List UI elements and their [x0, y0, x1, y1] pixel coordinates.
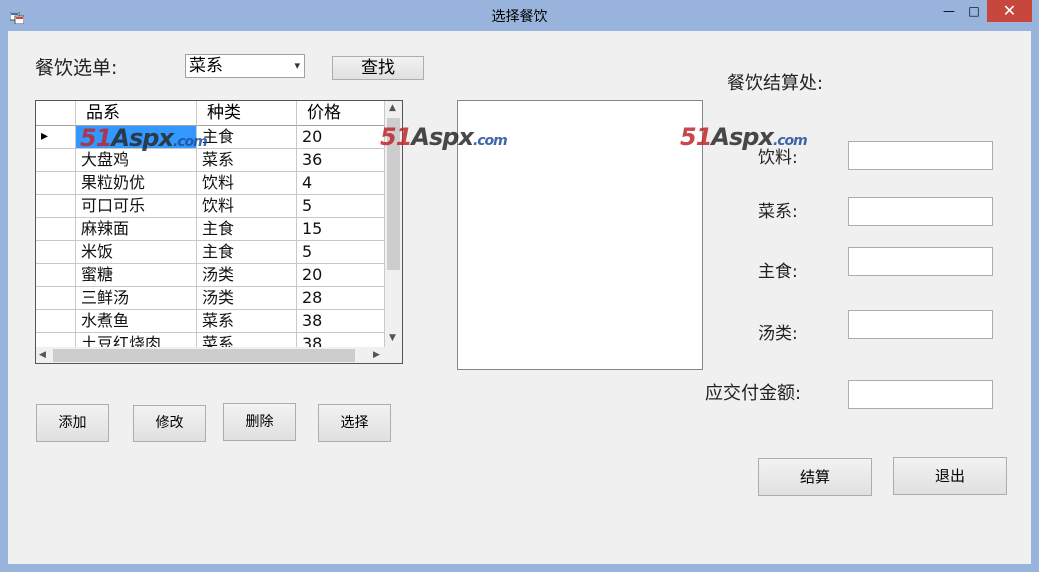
cell-name[interactable]: 米饭 [76, 241, 197, 264]
search-button[interactable]: 查找 [332, 56, 424, 80]
horizontal-scroll-thumb[interactable] [53, 349, 355, 362]
column-header-category[interactable]: 种类 [197, 101, 297, 126]
edit-button[interactable]: 修改 [133, 405, 206, 442]
staple-amount-field[interactable] [848, 247, 993, 276]
soup-label: 汤类: [758, 324, 798, 344]
row-header[interactable] [36, 241, 76, 264]
close-button[interactable]: ✕ [987, 0, 1032, 22]
row-header[interactable] [36, 195, 76, 218]
cell-category[interactable]: 饮料 [197, 195, 297, 218]
category-select-value: 菜系 [189, 56, 223, 76]
menu-filter-label: 餐饮选单: [35, 57, 118, 79]
dishes-label: 菜系: [758, 202, 798, 222]
cell-category[interactable]: 菜系 [197, 310, 297, 333]
total-amount-field[interactable] [848, 380, 993, 409]
cell-price[interactable]: 20 [297, 126, 385, 149]
watermark-logo: 51Aspx.com [380, 123, 508, 151]
drinks-amount-field[interactable] [848, 141, 993, 170]
grid-corner-header [36, 101, 76, 126]
app-window: 选择餐饮 — □ ✕ 餐饮选单: 菜系 ▾ 查找 品系 种类 价格 ▸ 主食 20 大… [0, 0, 1039, 572]
scroll-corner [385, 347, 402, 363]
cell-category[interactable]: 主食 [197, 126, 297, 149]
cell-price[interactable]: 5 [297, 195, 385, 218]
grid-horizontal-scrollbar[interactable]: ◀ ▶ [36, 347, 385, 363]
cell-price[interactable]: 15 [297, 218, 385, 241]
checkout-title: 餐饮结算处: [727, 73, 824, 94]
chevron-down-icon: ▾ [294, 59, 300, 72]
cell-name[interactable]: 水煮鱼 [76, 310, 197, 333]
cell-category[interactable]: 主食 [197, 218, 297, 241]
title-bar[interactable]: 选择餐饮 — □ ✕ [0, 0, 1039, 30]
cell-price[interactable]: 38 [297, 310, 385, 333]
cell-price[interactable]: 36 [297, 149, 385, 172]
row-header[interactable] [36, 310, 76, 333]
cell-price[interactable]: 20 [297, 264, 385, 287]
cell-price[interactable]: 4 [297, 172, 385, 195]
cell-name[interactable]: 可口可乐 [76, 195, 197, 218]
row-header[interactable] [36, 172, 76, 195]
dishes-amount-field[interactable] [848, 197, 993, 226]
total-label: 应交付金额: [705, 383, 802, 404]
cell-category[interactable]: 汤类 [197, 287, 297, 310]
cell-price[interactable]: 5 [297, 241, 385, 264]
cell-name[interactable]: 三鲜汤 [76, 287, 197, 310]
cell-price[interactable]: 28 [297, 287, 385, 310]
cell-name[interactable]: 果粒奶优 [76, 172, 197, 195]
row-header[interactable] [36, 287, 76, 310]
cell-category[interactable]: 汤类 [197, 264, 297, 287]
minimize-button[interactable]: — [936, 0, 962, 22]
current-row-icon: ▸ [41, 128, 49, 144]
cell-name[interactable]: 蜜糖 [76, 264, 197, 287]
form-client-area: 餐饮选单: 菜系 ▾ 查找 品系 种类 价格 ▸ 主食 20 大盘鸡 菜系 36 果粒奶优饮… [8, 31, 1031, 564]
row-header[interactable]: ▸ [36, 126, 76, 149]
exit-button[interactable]: 退出 [893, 457, 1007, 495]
row-header[interactable] [36, 264, 76, 287]
add-button[interactable]: 添加 [36, 404, 109, 442]
scroll-left-icon[interactable]: ◀ [39, 350, 46, 360]
scroll-right-icon[interactable]: ▶ [373, 350, 380, 360]
category-select[interactable]: 菜系 ▾ [185, 54, 305, 78]
cell-category[interactable]: 饮料 [197, 172, 297, 195]
row-header[interactable] [36, 149, 76, 172]
staple-label: 主食: [758, 262, 798, 282]
watermark-logo: 51Aspx.com [680, 123, 808, 151]
row-header[interactable] [36, 218, 76, 241]
cell-category[interactable]: 菜系 [197, 149, 297, 172]
select-button[interactable]: 选择 [318, 404, 391, 442]
checkout-button[interactable]: 结算 [758, 458, 872, 496]
cell-name[interactable]: 麻辣面 [76, 218, 197, 241]
watermark-logo: 51Aspx.com [80, 124, 208, 152]
column-header-price[interactable]: 价格 [297, 101, 385, 126]
column-header-name[interactable]: 品系 [76, 101, 197, 126]
cell-name[interactable]: 大盘鸡 [76, 149, 197, 172]
cell-category[interactable]: 主食 [197, 241, 297, 264]
window-title: 选择餐饮 [491, 9, 548, 25]
soup-amount-field[interactable] [848, 310, 993, 339]
scroll-down-icon[interactable]: ▼ [389, 333, 396, 343]
maximize-button[interactable]: □ [962, 0, 986, 22]
delete-button[interactable]: 删除 [223, 403, 296, 441]
scroll-up-icon[interactable]: ▲ [389, 103, 396, 113]
